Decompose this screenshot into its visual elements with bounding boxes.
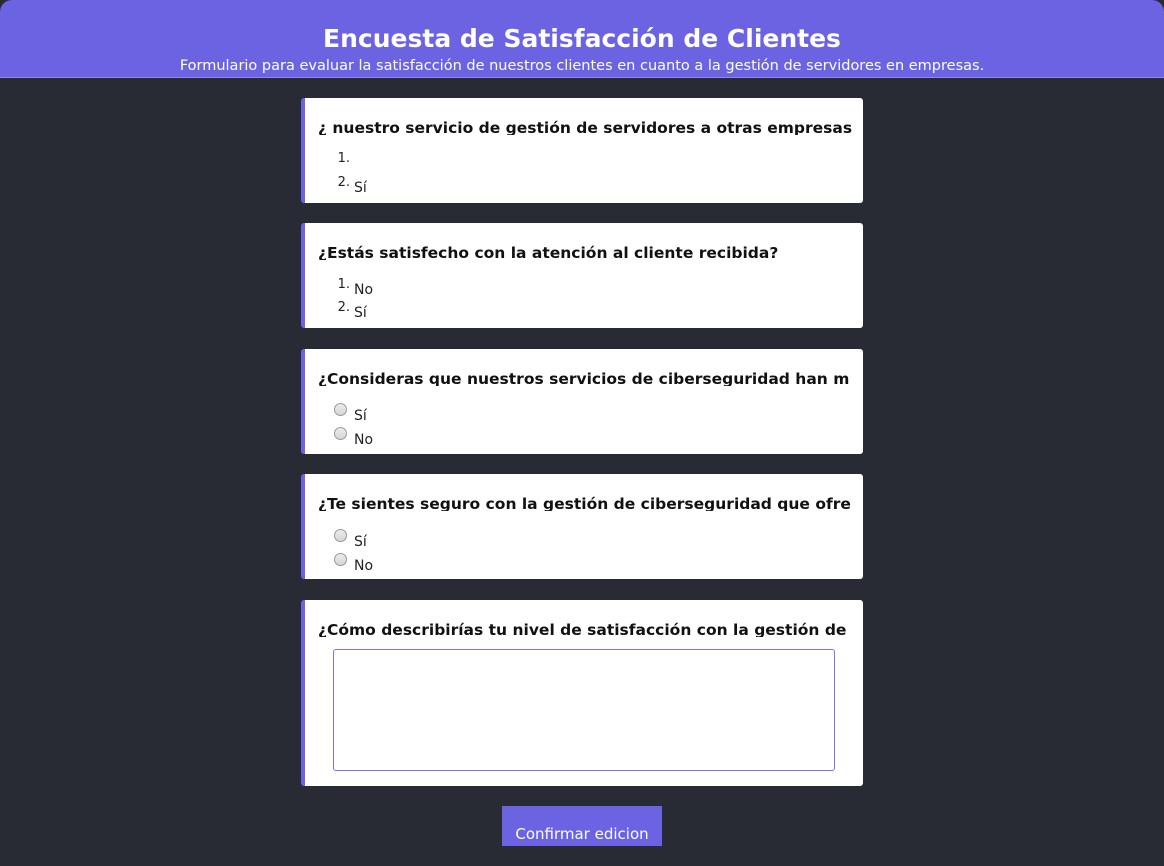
page-subtitle: Formulario para evaluar la satisfacción … bbox=[179, 58, 985, 74]
option-label: No bbox=[354, 282, 374, 298]
radio-button[interactable] bbox=[334, 529, 347, 542]
option-number: 1. bbox=[337, 277, 350, 292]
question-card-5: ¿Cómo describirías tu nivel de satisfacc… bbox=[301, 600, 863, 786]
radio-option[interactable]: Sí bbox=[305, 529, 605, 550]
answer-textarea[interactable] bbox=[333, 649, 835, 771]
radio-option[interactable]: No bbox=[305, 553, 605, 574]
option-label: Sí bbox=[354, 305, 367, 321]
question-title: ¿Estás satisfecho con la atención al cli… bbox=[318, 244, 779, 260]
option-label: No bbox=[354, 558, 374, 574]
list-item[interactable]: 1. bbox=[305, 151, 605, 171]
radio-button[interactable] bbox=[334, 427, 347, 440]
list-item[interactable]: 2. Sí bbox=[305, 175, 605, 196]
list-item[interactable]: 1. No bbox=[305, 277, 605, 298]
question-title: ¿Consideras que nuestros servicios de ci… bbox=[318, 370, 850, 386]
option-label: Sí bbox=[354, 408, 367, 424]
question-card-1: ¿ nuestro servicio de gestión de servido… bbox=[301, 98, 863, 203]
option-number: 1. bbox=[337, 151, 350, 166]
list-item[interactable]: 2. Sí bbox=[305, 300, 605, 321]
option-label: Sí bbox=[354, 534, 367, 550]
question-card-2: ¿Estás satisfecho con la atención al cli… bbox=[301, 223, 863, 328]
confirm-edit-button[interactable]: Confirmar edicion bbox=[502, 806, 662, 846]
option-label: Sí bbox=[354, 180, 367, 196]
radio-option[interactable]: No bbox=[305, 427, 605, 448]
survey-header: Encuesta de Satisfacción de Clientes For… bbox=[0, 0, 1164, 78]
question-title: ¿Te sientes seguro con la gestión de cib… bbox=[318, 495, 851, 511]
option-label: No bbox=[354, 432, 374, 448]
radio-button[interactable] bbox=[334, 553, 347, 566]
radio-button[interactable] bbox=[334, 403, 347, 416]
question-title: ¿ nuestro servicio de gestión de servido… bbox=[318, 119, 852, 135]
question-title: ¿Cómo describirías tu nivel de satisfacc… bbox=[318, 621, 847, 637]
page-title: Encuesta de Satisfacción de Clientes bbox=[323, 24, 841, 53]
option-number: 2. bbox=[337, 300, 350, 315]
question-card-3: ¿Consideras que nuestros servicios de ci… bbox=[301, 349, 863, 454]
confirm-button-label: Confirmar edicion bbox=[515, 825, 649, 843]
question-card-4: ¿Te sientes seguro con la gestión de cib… bbox=[301, 474, 863, 579]
radio-option[interactable]: Sí bbox=[305, 403, 605, 424]
option-number: 2. bbox=[337, 175, 350, 190]
